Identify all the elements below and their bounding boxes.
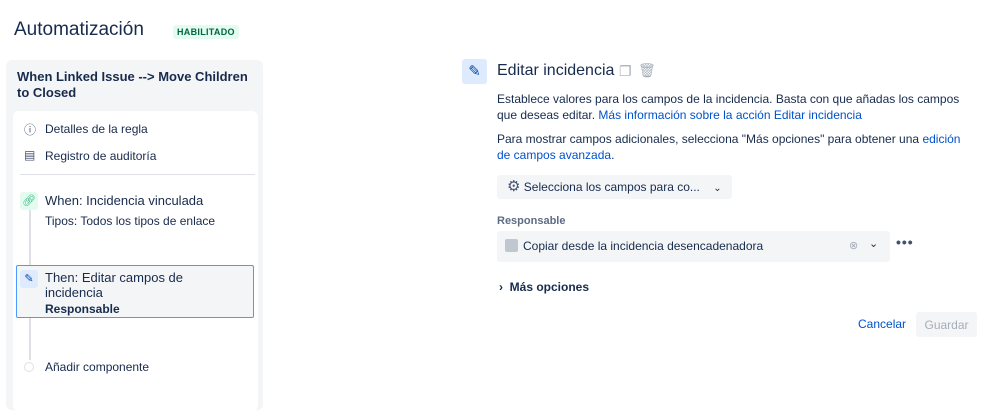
chevron-down-icon[interactable]: ⌄ [869,229,878,260]
field-picker-label: Selecciona los campos para co... [523,180,700,194]
period: . [611,148,615,162]
link-icon: 🔗︎ [20,192,38,210]
field-picker-button[interactable]: ⚙ Selecciona los campos para co... ⌄ [497,175,732,199]
trigger-detail: Tipos: Todos los tipos de enlace [45,214,216,228]
status-badge: HABILITADO [173,25,239,39]
page-title: Automatización [14,19,144,40]
action-title[interactable]: Then: Editar campos de incidencia [45,270,215,300]
add-component-link[interactable]: Añadir componente [45,360,149,374]
info-icon: ⓘ [24,123,37,137]
rule-name: When Linked Issue --> Move Children to C… [17,69,248,100]
chevron-right-icon: › [499,280,503,294]
action-detail: Responsable [45,302,120,316]
gear-icon: ⚙ [507,178,521,195]
chevron-down-icon: ⌄ [713,183,722,194]
description-advanced-text: Para mostrar campos adicionales, selecci… [497,132,920,146]
add-component-dot-icon [24,362,34,372]
save-button[interactable]: Guardar [916,312,977,337]
sidebar-item-audit-log[interactable]: Registro de auditoría [45,149,156,163]
assignee-value: Copiar desde la incidencia desencadenado… [523,239,764,253]
trash-icon[interactable]: 🗑︎ [638,62,656,79]
document-icon: ▤ [24,148,36,162]
pencil-icon: ✎ [20,270,38,288]
clear-icon[interactable]: ⊗ [849,231,858,262]
more-actions-icon[interactable]: ••• [896,234,914,250]
cancel-button[interactable]: Cancelar [858,317,906,331]
field-label: Responsable [497,215,566,227]
sidebar-item-rule-details[interactable]: Detalles de la regla [45,122,148,136]
assignee-select[interactable]: Copiar desde la incidencia desencadenado… [497,231,890,262]
description: Establece valores para los campos de la … [497,91,967,123]
description-advanced: Para mostrar campos adicionales, selecci… [497,131,967,163]
learn-more-link[interactable]: Más información sobre la acción Editar i… [598,108,861,122]
copy-icon[interactable]: ❐ [619,63,632,80]
trigger-title[interactable]: When: Incidencia vinculada [45,193,203,208]
pencil-icon: ✎ [462,59,487,84]
divider [20,174,255,175]
panel-title: Editar incidencia [497,62,615,79]
more-options-label: Más opciones [509,280,590,294]
more-options-toggle[interactable]: › Más opciones [499,280,589,294]
avatar-icon [505,239,518,252]
